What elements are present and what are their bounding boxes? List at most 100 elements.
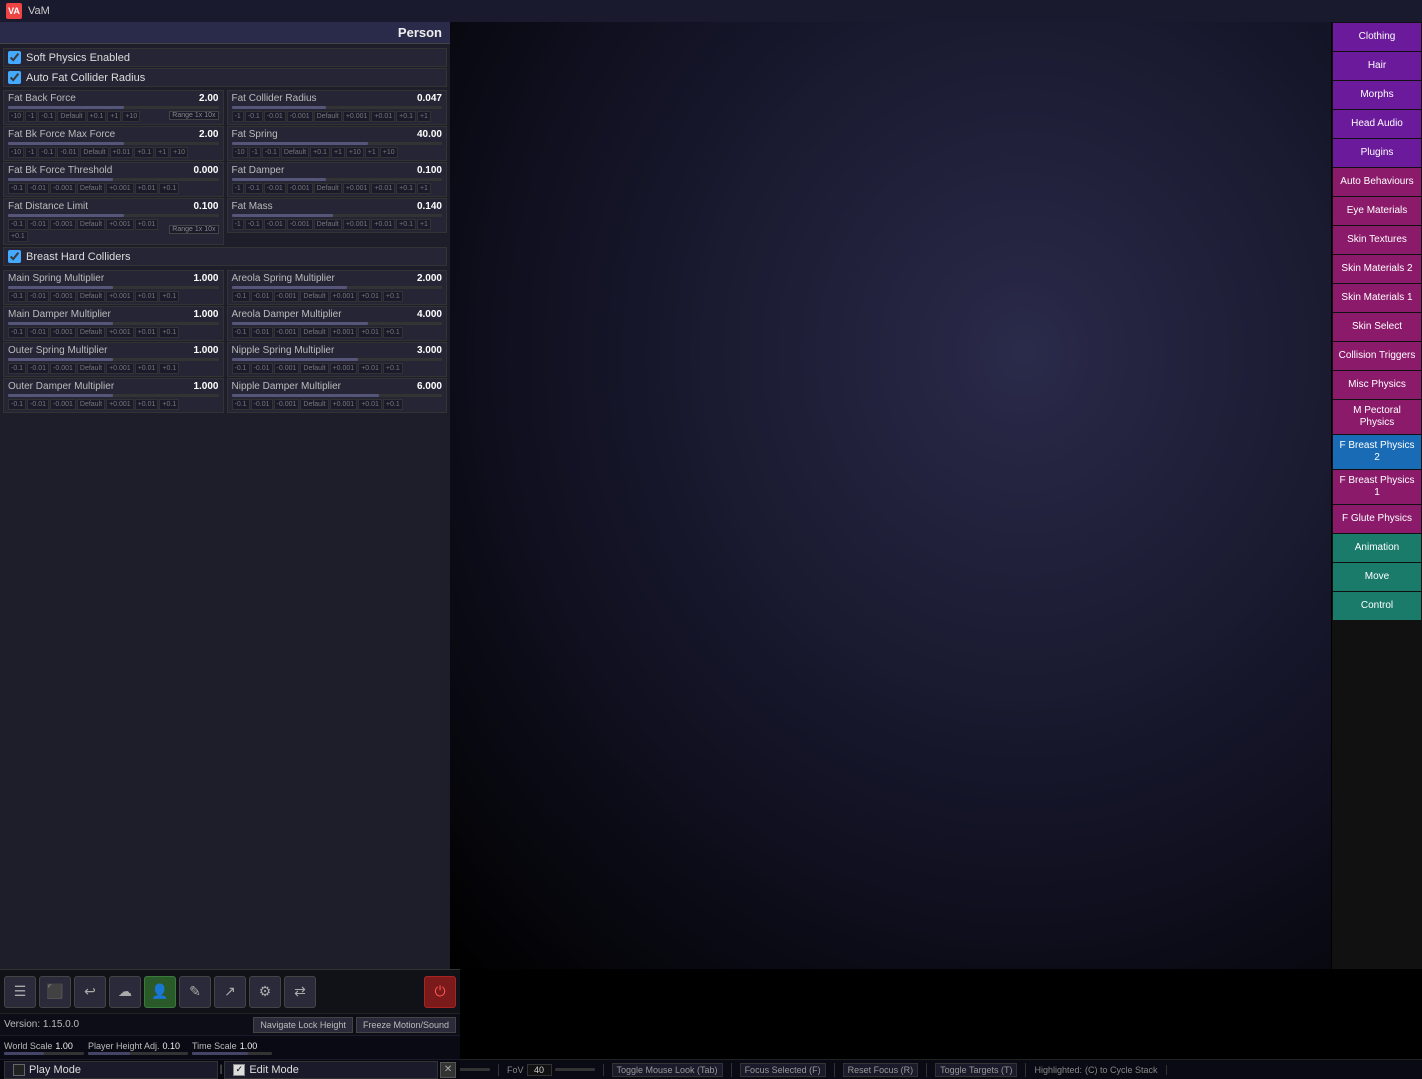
toolbar-cloud-icon[interactable]: ☁ <box>109 976 141 1008</box>
main-spring-mult-value: 1.000 <box>193 273 218 284</box>
reset-focus-btn[interactable]: Reset Focus (R) <box>843 1063 919 1077</box>
world-scale-label: World Scale <box>4 1041 52 1051</box>
navigate-lock-btn[interactable]: Navigate Lock Height <box>253 1017 353 1033</box>
fat-bk-threshold-slider[interactable] <box>8 178 219 181</box>
fat-back-force-slider[interactable] <box>8 106 219 109</box>
version-text: Version: 1.15.0.0 <box>4 1019 79 1030</box>
soft-physics-checkbox[interactable] <box>8 51 21 64</box>
main-spring-mult-block: Main Spring Multiplier 1.000 -0.1-0.01-0… <box>3 270 224 305</box>
main-spring-mult-slider[interactable] <box>8 286 219 289</box>
nav-move[interactable]: Move <box>1333 563 1421 591</box>
toggle-targets-btn[interactable]: Toggle Targets (T) <box>935 1063 1017 1077</box>
world-scale-slider[interactable] <box>4 1052 84 1055</box>
fat-spring-slider[interactable] <box>232 142 443 145</box>
toggle-targets-section[interactable]: Toggle Targets (T) <box>935 1063 1026 1077</box>
nav-m-pectoral-physics[interactable]: M Pectoral Physics <box>1333 400 1421 434</box>
nav-hair[interactable]: Hair <box>1333 52 1421 80</box>
nav-eye-materials[interactable]: Eye Materials <box>1333 197 1421 225</box>
play-mode-btn[interactable]: Play Mode <box>4 1061 218 1079</box>
nav-f-breast-physics-1[interactable]: F Breast Physics 1 <box>1333 470 1421 504</box>
nav-control[interactable]: Control <box>1333 592 1421 620</box>
areola-spring-mult-block: Areola Spring Multiplier 2.000 -0.1-0.01… <box>227 270 448 305</box>
nav-misc-physics[interactable]: Misc Physics <box>1333 371 1421 399</box>
auto-fat-row: Auto Fat Collider Radius <box>3 68 447 87</box>
player-height-slider[interactable] <box>88 1052 188 1055</box>
toolbar-scene-icon[interactable]: ⬛ <box>39 976 71 1008</box>
fat-spring-block: Fat Spring 40.00 -10-1-0.1Default+0.1+1+… <box>227 126 448 161</box>
nav-animation[interactable]: Animation <box>1333 534 1421 562</box>
main-damper-mult-value: 1.000 <box>193 309 218 320</box>
main-damper-mult-slider[interactable] <box>8 322 219 325</box>
nipple-spring-mult-slider[interactable] <box>232 358 443 361</box>
areola-damper-mult-label: Areola Damper Multiplier <box>232 309 342 320</box>
fat-distance-limit-block: Fat Distance Limit 0.100 -0.1-0.01-0.001… <box>3 198 224 245</box>
auto-fat-checkbox[interactable] <box>8 71 21 84</box>
fat-spring-value: 40.00 <box>417 129 442 140</box>
toolbar-undo-icon[interactable]: ↩ <box>74 976 106 1008</box>
play-mode-check <box>13 1064 25 1076</box>
fat-damper-slider[interactable] <box>232 178 443 181</box>
nav-clothing[interactable]: Clothing <box>1333 23 1421 51</box>
nav-collision-triggers[interactable]: Collision Triggers <box>1333 342 1421 370</box>
areola-damper-mult-value: 4.000 <box>417 309 442 320</box>
nav-auto-behaviours[interactable]: Auto Behaviours <box>1333 168 1421 196</box>
soft-physics-label: Soft Physics Enabled <box>26 52 130 64</box>
outer-damper-mult-value: 1.000 <box>193 381 218 392</box>
character-view <box>450 22 1331 969</box>
outer-damper-mult-slider[interactable] <box>8 394 219 397</box>
toolbar-power-icon[interactable]: ⏻ <box>424 976 456 1008</box>
fov-input[interactable] <box>527 1064 552 1076</box>
fat-distance-limit-slider[interactable] <box>8 214 219 217</box>
fat-bk-threshold-block: Fat Bk Force Threshold 0.000 -0.1-0.01-0… <box>3 162 224 197</box>
toolbar-settings-icon[interactable]: ⚙ <box>249 976 281 1008</box>
focus-selected-section[interactable]: Focus Selected (F) <box>740 1063 835 1077</box>
breast-hard-checkbox[interactable] <box>8 250 21 263</box>
areola-spring-mult-slider[interactable] <box>232 286 443 289</box>
toolbar-share-icon[interactable]: ⇄ <box>284 976 316 1008</box>
nav-skin-select[interactable]: Skin Select <box>1333 313 1421 341</box>
nav-skin-textures[interactable]: Skin Textures <box>1333 226 1421 254</box>
nipple-damper-mult-slider[interactable] <box>232 394 443 397</box>
outer-spring-mult-value: 1.000 <box>193 345 218 356</box>
fat-bk-max-force-slider[interactable] <box>8 142 219 145</box>
areola-spring-mult-label: Areola Spring Multiplier <box>232 273 335 284</box>
highlighted-text: Highlighted: <box>1034 1065 1082 1075</box>
time-scale-label: Time Scale <box>192 1041 237 1051</box>
fat-back-force-value: 2.00 <box>199 93 218 104</box>
edit-mode-btn[interactable]: ✓ Edit Mode <box>224 1061 438 1079</box>
nav-morphs[interactable]: Morphs <box>1333 81 1421 109</box>
nav-skin-materials-2[interactable]: Skin Materials 2 <box>1333 255 1421 283</box>
fov-slider[interactable] <box>555 1068 595 1071</box>
fat-collider-radius-value: 0.047 <box>417 93 442 104</box>
toggle-mouse-btn[interactable]: Toggle Mouse Look (Tab) <box>612 1063 723 1077</box>
fat-mass-value: 0.140 <box>417 201 442 212</box>
focus-selected-btn[interactable]: Focus Selected (F) <box>740 1063 826 1077</box>
areola-damper-mult-slider[interactable] <box>232 322 443 325</box>
toolbar-edit-icon[interactable]: ✎ <box>179 976 211 1008</box>
freeze-motion-btn[interactable]: Freeze Motion/Sound <box>356 1017 456 1033</box>
reset-focus-section[interactable]: Reset Focus (R) <box>843 1063 928 1077</box>
outer-spring-mult-slider[interactable] <box>8 358 219 361</box>
nav-skin-materials-1[interactable]: Skin Materials 1 <box>1333 284 1421 312</box>
toggle-mouse-section[interactable]: Toggle Mouse Look (Tab) <box>612 1063 732 1077</box>
toolbar-person-icon[interactable]: 👤 <box>144 976 176 1008</box>
time-scale-slider[interactable] <box>192 1052 272 1055</box>
nav-plugins[interactable]: Plugins <box>1333 139 1421 167</box>
fat-collider-radius-slider[interactable] <box>232 106 443 109</box>
fat-mass-block: Fat Mass 0.140 -1-0.1-0.01-0.001Default+… <box>227 198 448 233</box>
nav-f-breast-physics-2[interactable]: F Breast Physics 2 <box>1333 435 1421 469</box>
play-mode-label: Play Mode <box>29 1064 81 1076</box>
breast-hard-row: Breast Hard Colliders <box>3 247 447 266</box>
time-scale-value: 1.00 <box>240 1041 258 1051</box>
fat-mass-slider[interactable] <box>232 214 443 217</box>
title-bar: VA VaM <box>0 0 1422 22</box>
mode-close-btn[interactable]: ✕ <box>440 1062 456 1078</box>
toolbar-menu-icon[interactable]: ☰ <box>4 976 36 1008</box>
nav-head-audio[interactable]: Head Audio <box>1333 110 1421 138</box>
breast-hard-label: Breast Hard Colliders <box>26 251 131 263</box>
fat-bk-max-force-label: Fat Bk Force Max Force <box>8 129 115 140</box>
nav-f-glute-physics[interactable]: F Glute Physics <box>1333 505 1421 533</box>
fat-bk-max-force-block: Fat Bk Force Max Force 2.00 -10-1-0.1-0.… <box>3 126 224 161</box>
fat-distance-limit-value: 0.100 <box>193 201 218 212</box>
toolbar-select-icon[interactable]: ↗ <box>214 976 246 1008</box>
